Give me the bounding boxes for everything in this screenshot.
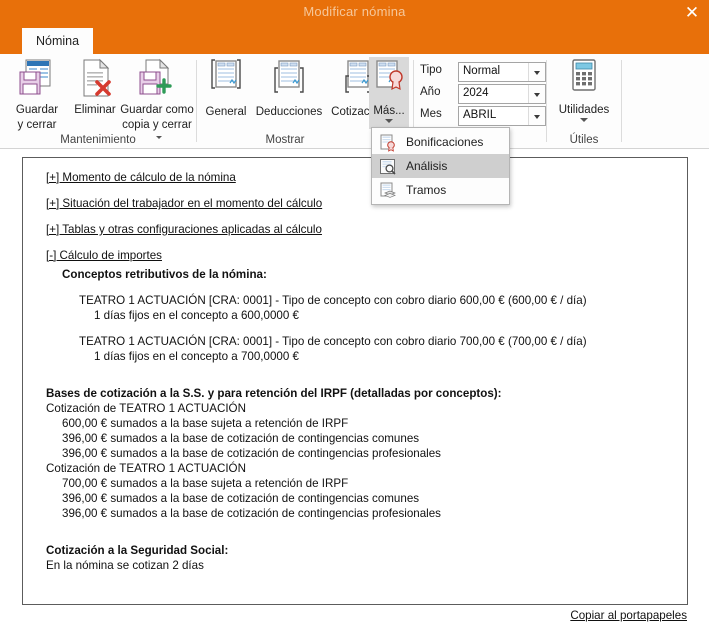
group-separator-4: [621, 60, 622, 142]
section-title-bases: Bases de cotización a la S.S. y para ret…: [46, 387, 502, 400]
field-ano: Año 2024: [420, 84, 546, 104]
seguridad-social-line: En la nómina se cotizan 2 días: [46, 559, 204, 572]
concept-header-2: TEATRO 1 ACTUACIÓN [CRA: 0001] - Tipo de…: [79, 335, 587, 348]
general-button[interactable]: General: [200, 58, 252, 119]
bases-line-1-1: 600,00 € sumados a la base sujeta a rete…: [62, 417, 349, 430]
eliminar-label: Eliminar: [74, 104, 116, 116]
close-icon[interactable]: ✕: [679, 1, 705, 25]
guardar-copia-line1: Guardar como: [120, 104, 194, 116]
utilidades-button[interactable]: Utilidades: [550, 58, 618, 122]
bases-line-1-3: 396,00 € sumados a la base de cotización…: [62, 447, 441, 460]
field-mes: Mes ABRIL: [420, 106, 546, 126]
ano-dropdown-arrow[interactable]: [528, 85, 545, 103]
toggle-momento-de-calculo[interactable]: [+] Momento de cálculo de la nómina: [46, 170, 236, 185]
bases-line-2-3: 396,00 € sumados a la base de cotización…: [62, 507, 441, 520]
tipo-select[interactable]: Normal: [458, 62, 546, 82]
tipo-dropdown-arrow[interactable]: [528, 63, 545, 81]
bases-block-header-2: Cotización de TEATRO 1 ACTUACIÓN: [46, 462, 246, 475]
guardar-y-cerrar-line2: y cerrar: [17, 119, 57, 131]
label-mes: Mes: [420, 108, 442, 120]
deducciones-button[interactable]: Deducciones: [252, 58, 326, 119]
menu-item-analisis-label: Análisis: [406, 159, 448, 173]
ribbon-group-mantenimiento: Guardar y cerrar Eliminar Guardar como c…: [0, 54, 196, 149]
general-label: General: [205, 106, 247, 118]
guardar-como-copia-y-cerrar-button[interactable]: Guardar como copia y cerrar: [118, 58, 196, 145]
copiar-al-portapapeles-link[interactable]: Copiar al portapapeles: [570, 609, 687, 622]
mas-label: Más...: [373, 105, 405, 117]
mes-select[interactable]: ABRIL: [458, 106, 546, 126]
label-tipo: Tipo: [420, 64, 442, 76]
tab-nomina[interactable]: Nómina: [22, 28, 94, 54]
bases-block-header-1: Cotización de TEATRO 1 ACTUACIÓN: [46, 402, 246, 415]
document-deductions-icon: [252, 58, 326, 104]
save-close-icon: [4, 58, 70, 102]
ano-value: 2024: [463, 87, 489, 99]
concept-detail-2: 1 días fijos en el concepto a 700,0000 €: [94, 350, 299, 363]
group-label-mostrar: Mostrar: [265, 134, 305, 146]
concept-detail-1: 1 días fijos en el concepto a 600,0000 €: [94, 309, 299, 322]
bases-line-1-2: 396,00 € sumados a la base de cotización…: [62, 432, 420, 445]
deducciones-label: Deducciones: [255, 106, 323, 118]
delete-icon: [72, 58, 118, 102]
document-general-icon: [200, 58, 252, 104]
group-label-mantenimiento: Mantenimiento: [60, 134, 136, 146]
ribbon: Guardar y cerrar Eliminar Guardar como c…: [0, 54, 709, 149]
calculation-detail-panel: [+] Momento de cálculo de la nómina [+] …: [22, 157, 688, 605]
bases-line-2-2: 396,00 € sumados a la base de cotización…: [62, 492, 420, 505]
toggle-situacion-trabajador[interactable]: [+] Situación del trabajador en el momen…: [46, 196, 322, 211]
field-tipo: Tipo Normal: [420, 62, 546, 82]
menu-item-tramos[interactable]: Tramos: [372, 178, 509, 202]
menu-item-bonificaciones-label: Bonificaciones: [406, 135, 484, 149]
calculator-icon: [550, 58, 618, 102]
title-bar: Modificar nómina ✕: [0, 0, 709, 28]
document-seal-icon: [369, 57, 409, 103]
concept-header-1: TEATRO 1 ACTUACIÓN [CRA: 0001] - Tipo de…: [79, 294, 587, 307]
document-layers-icon: [379, 182, 397, 208]
toggle-calculo-de-importes[interactable]: [-] Cálculo de importes: [46, 248, 162, 263]
eliminar-button[interactable]: Eliminar: [72, 58, 118, 117]
toggle-tablas-y-configuraciones[interactable]: [+] Tablas y otras configuraciones aplic…: [46, 222, 322, 237]
utilidades-label: Utilidades: [558, 104, 610, 116]
ano-select[interactable]: 2024: [458, 84, 546, 104]
ribbon-tab-strip: Nómina: [0, 28, 709, 54]
mas-button[interactable]: Más...: [369, 57, 409, 129]
menu-item-tramos-label: Tramos: [406, 183, 447, 197]
section-title-conceptos: Conceptos retributivos de la nómina:: [62, 268, 267, 281]
menu-item-bonificaciones[interactable]: Bonificaciones: [372, 130, 509, 154]
group-label-utiles: Útiles: [569, 134, 599, 146]
mas-dropdown-menu: Bonificaciones Análisis Tramos: [371, 127, 510, 205]
ribbon-group-utiles: Utilidades Útiles: [547, 54, 621, 149]
mes-value: ABRIL: [463, 109, 497, 121]
save-copy-icon: [118, 58, 196, 102]
section-title-seguridad-social: Cotización a la Seguridad Social:: [46, 544, 229, 557]
window-title: Modificar nómina: [303, 4, 406, 19]
guardar-y-cerrar-button[interactable]: Guardar y cerrar: [4, 58, 70, 132]
guardar-y-cerrar-line1: Guardar: [15, 104, 59, 116]
chevron-down-icon[interactable]: [580, 118, 588, 122]
tipo-value: Normal: [463, 65, 501, 77]
modificar-nomina-window: Modificar nómina ✕ Nómina Guardar y cerr…: [0, 0, 709, 639]
mes-dropdown-arrow[interactable]: [528, 107, 545, 125]
bases-line-2-1: 700,00 € sumados a la base sujeta a rete…: [62, 477, 349, 490]
chevron-down-icon[interactable]: [385, 119, 393, 123]
menu-item-analisis[interactable]: Análisis: [372, 154, 509, 178]
label-ano: Año: [420, 86, 441, 98]
